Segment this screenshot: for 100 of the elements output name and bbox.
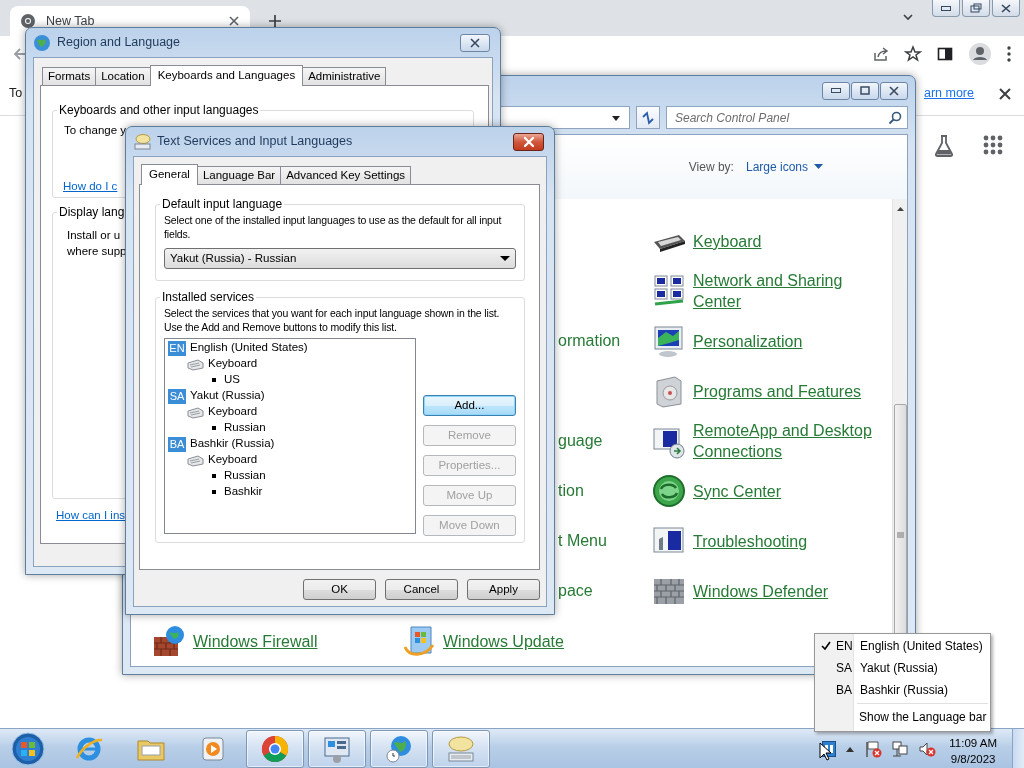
language-dropdown[interactable]: Yakut (Russia) - Russian bbox=[164, 248, 516, 269]
minimize-button[interactable] bbox=[932, 0, 960, 17]
control-panel-item[interactable]: tion bbox=[558, 479, 584, 503]
control-panel-item[interactable]: Network and Sharing Center bbox=[693, 270, 892, 312]
help-link[interactable]: How can I ins bbox=[56, 507, 126, 525]
minimize-icon bbox=[831, 88, 841, 93]
flask-icon[interactable] bbox=[932, 134, 956, 158]
view-by-dropdown[interactable]: Large icons bbox=[745, 158, 823, 176]
close-button[interactable] bbox=[992, 0, 1020, 17]
dropdown-icon bbox=[611, 113, 621, 122]
close-icon[interactable] bbox=[228, 15, 240, 27]
minimize-button[interactable] bbox=[822, 81, 850, 100]
view-by-label: View by: bbox=[688, 159, 734, 176]
tab[interactable]: Administrative bbox=[302, 67, 387, 85]
control-panel-item[interactable]: Windows Firewall bbox=[193, 630, 318, 652]
control-panel-item[interactable]: Windows Defender bbox=[693, 580, 829, 602]
menu-item[interactable]: Show the Language bar bbox=[817, 706, 988, 728]
caret-icon bbox=[814, 164, 823, 170]
description-text: Install or u bbox=[67, 228, 121, 243]
flag-error-icon[interactable] bbox=[864, 739, 883, 758]
update-shield-icon[interactable] bbox=[401, 623, 437, 659]
tree-item[interactable]: Bashkir (Russia) bbox=[190, 435, 275, 453]
control-panel-item[interactable]: pace bbox=[558, 579, 593, 603]
restore-button[interactable] bbox=[962, 0, 990, 17]
taskbar-button[interactable] bbox=[308, 729, 366, 768]
tab[interactable]: Formats bbox=[42, 67, 97, 85]
taskbar-button[interactable] bbox=[370, 729, 428, 768]
dialog-button[interactable]: Cancel bbox=[385, 579, 458, 600]
maximize-button[interactable] bbox=[851, 81, 879, 100]
control-panel-item[interactable]: Keyboard bbox=[693, 230, 762, 252]
control-panel-item[interactable]: Personalization bbox=[693, 330, 803, 352]
side-panel-icon[interactable] bbox=[936, 45, 954, 63]
control-panel-item[interactable]: ormation bbox=[558, 329, 621, 353]
dialog-button[interactable]: Apply bbox=[467, 579, 540, 600]
tree-item[interactable]: Russian bbox=[224, 419, 266, 437]
minimize-icon bbox=[941, 5, 951, 11]
search-input[interactable]: Search Control Panel bbox=[675, 108, 888, 127]
tab[interactable]: Location bbox=[95, 67, 151, 85]
description-text: Select the services that you want for each input language shown in the list. Use the Add and Remove buttons to modify this list. bbox=[164, 307, 501, 334]
tree-item[interactable]: Keyboard bbox=[208, 451, 258, 469]
group-title: Default input language bbox=[160, 197, 285, 212]
language-code: SA bbox=[168, 388, 186, 404]
services-tree[interactable]: EN English (United States) Keyboard US SA Yakut (Russia) Keyboard Russian BA Bashkir (Russia) Keyboard Russian Bashkir bbox=[164, 338, 416, 534]
taskbar-button[interactable] bbox=[246, 729, 304, 768]
close-button[interactable] bbox=[880, 81, 908, 100]
sync-icon[interactable] bbox=[651, 473, 687, 509]
menu-item[interactable]: SA Yakut (Russia) bbox=[817, 657, 988, 679]
description-text: Select one of the installed input languages to use as the default for all input fields. bbox=[164, 214, 503, 241]
firewall-icon[interactable] bbox=[151, 623, 187, 659]
taskbar-button[interactable] bbox=[432, 729, 490, 768]
infobar-text: To bbox=[9, 85, 23, 103]
clock[interactable]: 11:09 AM 9/8/2023 bbox=[945, 730, 1003, 767]
dialog-button[interactable]: Add... bbox=[422, 395, 516, 416]
star-icon[interactable] bbox=[904, 45, 922, 63]
tab[interactable]: Keyboards and Languages bbox=[149, 65, 304, 86]
control-panel-item[interactable]: Programs and Features bbox=[693, 380, 862, 402]
close-icon[interactable] bbox=[998, 86, 1012, 101]
grip-icon bbox=[896, 532, 904, 538]
close-button[interactable] bbox=[513, 132, 544, 151]
close-icon bbox=[468, 35, 482, 50]
menu-item[interactable]: BA Bashkir (Russia) bbox=[817, 679, 988, 701]
tree-item[interactable]: Yakut (Russia) bbox=[190, 387, 265, 405]
share-icon[interactable] bbox=[872, 45, 890, 63]
refresh-button[interactable] bbox=[636, 106, 660, 129]
control-panel-item[interactable]: Troubleshooting bbox=[693, 530, 808, 552]
help-link[interactable]: How do I c bbox=[63, 178, 118, 196]
keyboard-icon bbox=[186, 405, 204, 419]
tab[interactable]: General bbox=[141, 164, 198, 185]
bullet-icon bbox=[212, 490, 216, 494]
tree-item[interactable]: Russian bbox=[224, 467, 266, 485]
menu-item[interactable]: EN English (United States) bbox=[817, 635, 988, 657]
profile-icon[interactable] bbox=[968, 42, 992, 66]
control-panel-item[interactable]: Sync Center bbox=[693, 480, 782, 502]
learn-more-link[interactable]: arn more bbox=[923, 84, 974, 103]
new-tab-icon[interactable] bbox=[268, 14, 282, 28]
control-panel-item[interactable]: guage bbox=[558, 429, 603, 453]
chevron-down-icon[interactable] bbox=[902, 11, 914, 23]
group-title: Display lang bbox=[57, 205, 127, 220]
control-panel-item[interactable]: RemoteApp and Desktop Connections bbox=[693, 420, 892, 462]
back-icon[interactable] bbox=[12, 46, 28, 62]
cursor-icon bbox=[819, 742, 831, 761]
refresh-icon bbox=[640, 109, 656, 126]
apps-grid-icon[interactable] bbox=[982, 134, 1004, 156]
network-icon[interactable] bbox=[891, 739, 910, 758]
tree-item[interactable]: US bbox=[224, 371, 240, 389]
keyboard-balloon-icon bbox=[446, 733, 476, 764]
menu-icon[interactable] bbox=[1006, 45, 1012, 63]
tab[interactable]: Advanced Key Settings bbox=[280, 166, 412, 184]
tab[interactable]: Language Bar bbox=[196, 166, 282, 184]
tree-item[interactable]: English (United States) bbox=[190, 339, 308, 357]
control-panel-item[interactable]: t Menu bbox=[558, 529, 607, 553]
dialog-button[interactable]: OK bbox=[303, 579, 376, 600]
search-field[interactable]: Search Control Panel bbox=[666, 106, 908, 129]
bullet-icon bbox=[212, 474, 216, 478]
close-button[interactable] bbox=[460, 33, 490, 52]
tree-item[interactable]: Bashkir bbox=[224, 483, 263, 501]
search-icon bbox=[888, 110, 902, 125]
tree-item[interactable]: Keyboard bbox=[208, 355, 258, 373]
control-panel-item[interactable]: Windows Update bbox=[443, 630, 564, 652]
tree-item[interactable]: Keyboard bbox=[208, 403, 258, 421]
